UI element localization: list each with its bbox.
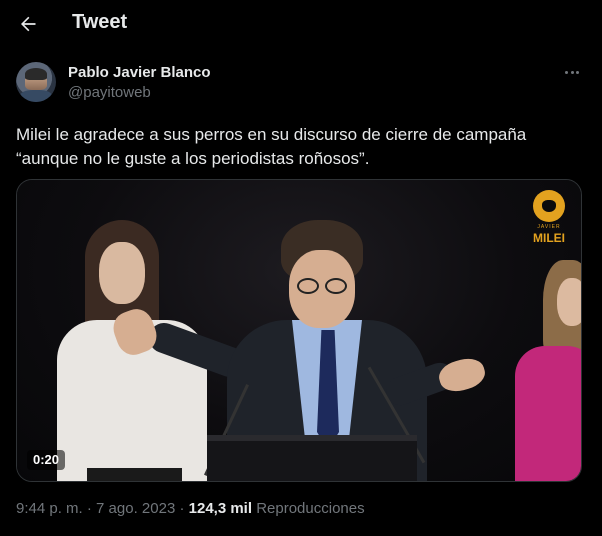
video-person-right [507,260,581,481]
back-button[interactable] [14,10,42,38]
figure-glasses [325,278,347,294]
author-handle[interactable]: @payitoweb [68,84,151,101]
more-dot [575,70,579,74]
meta-separator: · [86,500,92,517]
views-count: 124,3 mil [188,500,253,517]
avatar-hair [25,68,47,80]
tweet-date[interactable]: 7 ago. 2023 [96,500,175,517]
figure-face [99,242,145,304]
avatar[interactable] [16,62,56,102]
figure-glasses [297,278,319,294]
more-horizontal-icon [565,70,569,74]
watermark-logo: JAVIER MILEI [527,190,571,246]
tweet-header: Tweet [0,0,602,48]
meta-separator: · [179,500,185,517]
tweet-text-line-2: “aunque no le guste a los periodistas ro… [16,149,370,168]
avatar-body [20,90,52,102]
tweet-text: Milei le agradece a sus perros en su dis… [16,123,588,171]
tweet-author: Pablo Javier Blanco @payitoweb [16,62,586,106]
author-name[interactable]: Pablo Javier Blanco [68,64,211,81]
tweet-text-line-1: Milei le agradece a sus perros en su dis… [16,125,527,144]
video-player[interactable]: JAVIER MILEI 0:20 [16,179,582,482]
video-timecode: 0:20 [27,450,66,470]
figure-face [557,278,581,326]
watermark-text: MILEI [533,231,565,245]
lion-icon [533,190,565,222]
video-person-speaker [108,220,489,481]
more-button[interactable] [560,62,584,82]
arrow-left-icon [21,16,36,32]
watermark-subtext: JAVIER [537,224,561,230]
tweet-time[interactable]: 9:44 p. m. [16,500,83,517]
more-dot [570,70,574,74]
figure-jacket [515,346,581,481]
views-label: Reproducciones [256,500,365,517]
page-title: Tweet [72,11,128,33]
podium [207,435,417,481]
tweet-meta: 9:44 p. m. · 7 ago. 2023 · 124,3 mil Rep… [16,500,365,517]
